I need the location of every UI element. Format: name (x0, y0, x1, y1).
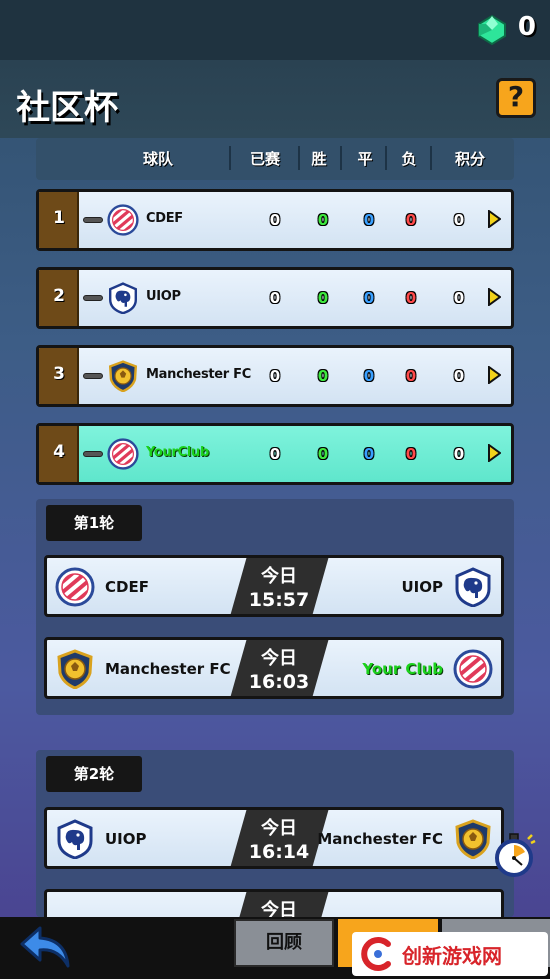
arrow-right-icon[interactable] (487, 366, 501, 384)
drawn-value: 0 (363, 367, 375, 385)
points-value: 0 (453, 289, 465, 307)
lost-value: 0 (405, 367, 417, 385)
review-button[interactable]: 回顾 (234, 919, 334, 967)
elephant-shield-crest-icon (107, 282, 139, 314)
drawn-value: 0 (363, 289, 375, 307)
striped-ball-crest-icon (55, 567, 95, 607)
match-time: 15:57 (248, 589, 310, 611)
arrow-right-icon[interactable] (487, 288, 501, 306)
match-day: 今日 (261, 900, 297, 917)
home-team-name: CDEF (105, 578, 149, 596)
striped-ball-crest-icon (107, 204, 139, 236)
drawn-value: 0 (363, 211, 375, 229)
arrow-right-icon[interactable] (487, 444, 501, 462)
won-value: 0 (317, 289, 329, 307)
elephant-shield-crest-icon (55, 819, 95, 859)
standings-row[interactable]: 2 UIOP 0 0 0 0 0 (36, 267, 514, 329)
lost-value: 0 (405, 289, 417, 307)
header-lost: 负 (401, 150, 417, 168)
header-separator (340, 146, 342, 170)
header-separator (298, 146, 300, 170)
rank-box: 1 (39, 192, 79, 248)
position-change-icon (83, 295, 103, 301)
standings-row[interactable]: 3 Manchester FC 0 0 0 0 0 (36, 345, 514, 407)
played-value: 0 (269, 289, 281, 307)
away-team-name: Manchester FC (317, 830, 443, 848)
won-value: 0 (317, 367, 329, 385)
arrow-right-icon[interactable] (487, 210, 501, 228)
rank-number: 2 (53, 286, 65, 306)
position-change-icon (83, 373, 103, 379)
watermark-text: 创新游戏网 (402, 944, 502, 968)
team-name: UIOP (146, 289, 181, 304)
top-bar (0, 0, 550, 60)
won-value: 0 (317, 445, 329, 463)
round-label: 第2轮 (46, 756, 142, 792)
rank-number: 3 (53, 364, 65, 384)
match-card[interactable]: CDEF 今日 15:57 UIOP (44, 555, 504, 617)
standings-row[interactable]: 1 CDEF 0 0 0 0 0 (36, 189, 514, 251)
header-played: 已赛 (249, 150, 280, 168)
rank-number: 1 (53, 208, 65, 228)
striped-ball-crest-icon (107, 438, 139, 470)
elephant-shield-crest-icon (453, 567, 493, 607)
match-day: 今日 (261, 566, 297, 587)
match-card[interactable]: UIOP 今日 16:14 Manchester FC (44, 807, 504, 869)
drawn-value: 0 (363, 445, 375, 463)
won-value: 0 (317, 211, 329, 229)
match-card[interactable]: Manchester FC 今日 16:03 Your Club (44, 637, 504, 699)
team-name: Manchester FC (146, 367, 251, 382)
points-value: 0 (453, 367, 465, 385)
watermark: 创新游戏网 (352, 932, 548, 976)
gem-count: 0 (517, 12, 536, 42)
team-name: YourClub (146, 445, 209, 460)
rank-box: 2 (39, 270, 79, 326)
header-team: 球队 (142, 150, 173, 168)
stopwatch-icon[interactable] (492, 832, 536, 878)
back-arrow-icon[interactable] (18, 922, 74, 972)
header-separator (229, 146, 231, 170)
watermark-logo-icon (361, 937, 391, 971)
away-team-name: UIOP (401, 578, 443, 596)
position-change-icon (83, 217, 103, 223)
gold-ball-shield-crest-icon (453, 819, 493, 859)
gold-ball-shield-crest-icon (107, 360, 139, 392)
gold-ball-shield-crest-icon (55, 649, 95, 689)
header-won: 胜 (311, 150, 327, 168)
help-button[interactable]: ? (496, 78, 536, 118)
home-team-name: Manchester FC (105, 660, 231, 678)
round-panel: 第2轮 UIOP 今日 16:14 Manchester FC 今日 (36, 750, 514, 917)
position-change-icon (83, 451, 103, 457)
team-name: CDEF (146, 211, 183, 226)
points-value: 0 (453, 211, 465, 229)
points-value: 0 (453, 445, 465, 463)
played-value: 0 (269, 445, 281, 463)
header-points: 积分 (454, 150, 485, 168)
lost-value: 0 (405, 211, 417, 229)
match-day: 今日 (261, 648, 297, 669)
rank-box: 3 (39, 348, 79, 404)
match-day: 今日 (261, 818, 297, 839)
played-value: 0 (269, 367, 281, 385)
standings-header: 球队 已赛 胜 平 负 积分 (36, 138, 514, 180)
match-time: 16:14 (248, 841, 310, 863)
round-panel: 第1轮 CDEF 今日 15:57 UIOP Manchester FC 今日 … (36, 499, 514, 715)
home-team-name: UIOP (105, 830, 147, 848)
header-separator (430, 146, 432, 170)
standings-row-your-club[interactable]: 4 YourClub 0 0 0 0 0 (36, 423, 514, 485)
header-drawn: 平 (357, 150, 373, 168)
rank-box: 4 (39, 426, 79, 482)
round-label: 第1轮 (46, 505, 142, 541)
page-title: 社区杯 (16, 88, 118, 128)
rank-number: 4 (53, 442, 65, 462)
match-card[interactable]: 今日 (44, 889, 504, 917)
away-team-name: Your Club (362, 660, 443, 678)
lost-value: 0 (405, 445, 417, 463)
played-value: 0 (269, 211, 281, 229)
striped-ball-crest-icon (453, 649, 493, 689)
match-time: 16:03 (248, 671, 310, 693)
header-separator (385, 146, 387, 170)
gem-icon (478, 14, 506, 46)
